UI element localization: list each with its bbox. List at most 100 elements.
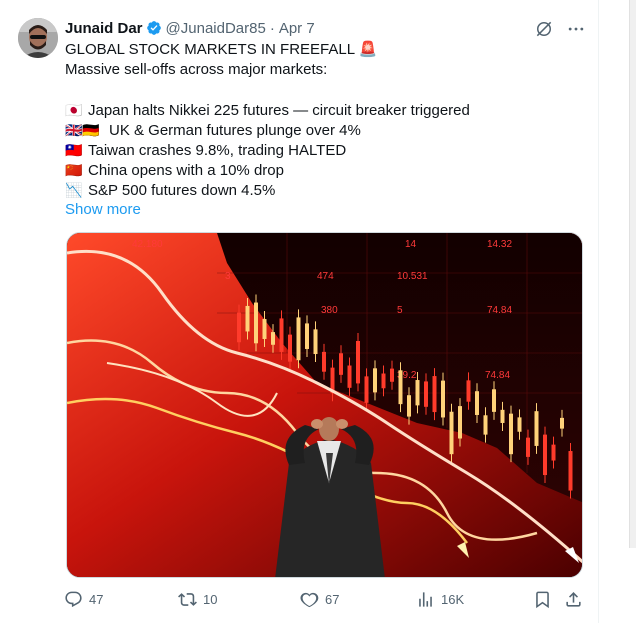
views-chart-icon [419,592,432,607]
post-image[interactable]: 42.180 14 14.32 3 474 10.531 380 5 74.84… [66,232,583,578]
candle-body [296,317,301,361]
candle-body [390,368,394,382]
text-line: 🇯🇵 Japan halts Nikkei 225 futures — circu… [65,100,585,120]
candle-body [551,444,556,461]
candle-body [458,406,462,439]
line-text: UK & German futures plunge over 4% [109,122,361,139]
candle-body [339,353,343,375]
candle-body [492,389,496,412]
stock-crash-illustration: 42.180 14 14.32 3 474 10.531 380 5 74.84… [67,233,582,577]
taiwan-flag-icon: 🇹🇼 [65,142,83,158]
candle-body [254,302,258,344]
text-line: Massive sell-offs across major markets: [65,60,585,80]
ticker-number: 10.531 [397,271,428,282]
repost-count: 10 [203,592,218,607]
bookmark-button[interactable] [533,590,552,609]
candle-body [500,409,505,423]
text-line: 📉 S&P 500 futures down 4.5% [65,180,585,200]
verified-badge-icon [146,20,162,36]
reply-count: 47 [89,592,104,607]
candle-body [262,319,267,339]
top-right-actions [533,18,587,40]
candle-body [373,368,377,393]
author-name[interactable]: Junaid Dar [65,20,143,37]
candle-body [398,370,403,405]
candle-body [475,391,479,415]
candle-body [441,380,445,418]
candle-body [560,417,564,429]
ticker-number: 380 [321,305,338,316]
views-button[interactable]: 16K [416,590,464,609]
ticker-number: 5 [397,305,403,316]
more-options-icon[interactable] [565,18,587,40]
like-button[interactable]: 67 [300,590,339,609]
grok-icon[interactable] [533,18,555,40]
avatar-image [18,18,58,58]
line-text: S&P 500 futures down 4.5% [88,182,276,199]
line-text: Taiwan crashes 9.8%, trading HALTED [88,142,347,159]
candle-body [517,417,522,432]
text-line: 🇹🇼 Taiwan crashes 9.8%, trading HALTED [65,140,585,160]
text-line: 🇨🇳 China opens with a 10% drop [65,160,585,180]
candle-body [568,451,573,491]
candle-body [483,415,488,435]
candle-body [432,376,437,413]
candle-body [347,365,352,388]
candle-body [381,373,386,389]
ticker-number: 42.180 [132,239,163,250]
candle-body [534,411,539,446]
share-icon [566,592,581,607]
line-text: Massive sell-offs across major markets: [65,61,328,78]
text-line: 🇬🇧🇩🇪 UK & German futures plunge over 4% [65,120,585,140]
text-line: GLOBAL STOCK MARKETS IN FREEFALL 🚨 [65,40,585,60]
text-line [65,80,585,100]
candle-body [322,351,326,372]
ticker-number: 474 [317,271,334,282]
tweet-header: Junaid Dar @JunaidDar85 · Apr 7 [65,18,315,38]
candle-body [509,413,513,455]
candle-body [543,434,547,476]
line-text: Japan halts Nikkei 225 futures — circuit… [88,102,470,119]
reply-icon [65,591,82,608]
candle-body [364,376,369,403]
candle-body [305,323,309,349]
candle-body [449,411,454,455]
candle-body [424,381,428,407]
tweet-text: GLOBAL STOCK MARKETS IN FREEFALL 🚨 Massi… [65,40,585,220]
text-line: Show more [65,200,585,220]
share-button[interactable] [564,590,583,609]
uk-germany-flags-icon: 🇬🇧🇩🇪 [65,122,100,138]
candle-body [526,437,530,457]
candle-body [415,380,420,406]
ticker-number: 3 [225,271,231,282]
timeline-column-border [598,0,599,623]
separator-dot: · [269,19,275,37]
line-text: China opens with a 10% drop [88,162,284,179]
reply-button[interactable]: 47 [64,590,103,609]
author-handle[interactable]: @JunaidDar85 [166,20,266,37]
ticker-number: 14 [405,239,417,250]
avatar[interactable] [18,18,58,58]
china-flag-icon: 🇨🇳 [65,162,83,178]
repost-icon [178,593,197,606]
action-bar: 47 10 67 16K [64,590,584,612]
show-more-link[interactable]: Show more [65,201,141,218]
page-scrollbar[interactable] [629,0,636,548]
candle-body [279,318,284,352]
repost-button[interactable]: 10 [178,590,217,609]
post-date[interactable]: Apr 7 [279,20,315,37]
candle-body [237,312,241,343]
candle-body [313,329,318,355]
like-count: 67 [325,592,340,607]
ticker-number: 74.84 [487,305,512,316]
heart-icon [300,592,319,608]
candle-body [407,395,411,417]
candle-body [245,305,250,332]
tweet[interactable]: Junaid Dar @JunaidDar85 · Apr 7 GLOBAL S… [0,0,598,623]
japan-flag-icon: 🇯🇵 [65,102,83,118]
chart-decreasing-icon: 📉 [65,182,83,198]
candle-body [356,340,360,384]
bookmark-icon [536,591,549,609]
line-text: GLOBAL STOCK MARKETS IN FREEFALL 🚨 [65,41,378,58]
views-count: 16K [441,592,465,607]
